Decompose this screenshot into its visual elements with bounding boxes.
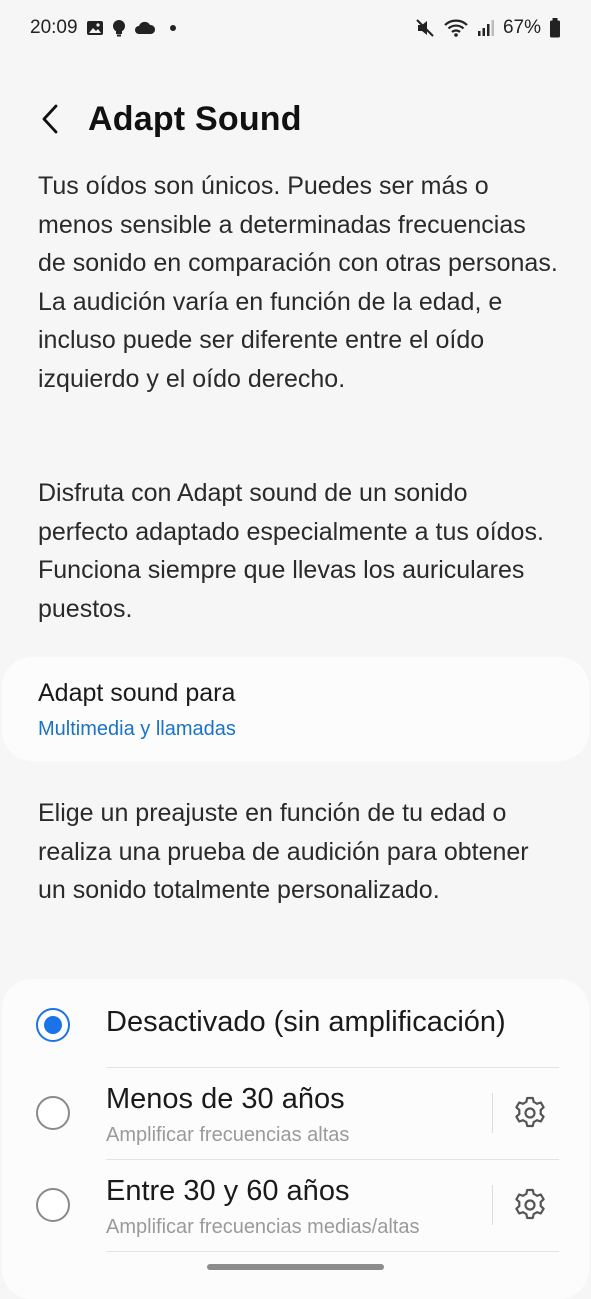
radio-unselected-icon[interactable] (36, 1096, 70, 1130)
battery-icon (549, 18, 561, 38)
option-under-30[interactable]: Menos de 30 años Amplificar frecuencias … (2, 1067, 589, 1159)
dot-icon (169, 25, 176, 31)
signal-icon (477, 19, 495, 37)
back-button[interactable] (20, 89, 80, 149)
option-title: Desactivado (sin amplificación) (106, 1006, 506, 1038)
intro-paragraph-1: Tus oídos son únicos. Puedes ser más o m… (38, 172, 558, 393)
option-title: Entre 30 y 60 años (106, 1175, 350, 1207)
option-off-text: Desactivado (sin amplificación) (106, 1006, 506, 1039)
adapt-sound-for-setting[interactable]: Adapt sound para Multimedia y llamadas (2, 657, 589, 761)
option-off[interactable]: Desactivado (sin amplificación) (2, 979, 589, 1071)
gear-icon[interactable] (510, 1093, 550, 1133)
status-bar: 20:09 67% (0, 0, 591, 56)
vertical-separator (492, 1093, 493, 1133)
divider (106, 1251, 559, 1252)
cloud-icon (134, 20, 156, 36)
intro-paragraph-2: Disfruta con Adapt sound de un sonido pe… (38, 479, 544, 623)
adapt-sound-for-title: Adapt sound para (38, 679, 236, 707)
status-right: 67% (415, 17, 561, 39)
option-30-to-60[interactable]: Entre 30 y 60 años Amplificar frecuencia… (2, 1159, 589, 1251)
option-subtitle: Amplificar frecuencias altas (106, 1124, 350, 1146)
battery-percent: 67% (502, 17, 541, 38)
option-title: Menos de 30 años (106, 1083, 345, 1115)
home-indicator[interactable] (207, 1264, 384, 1270)
adapt-sound-for-value: Multimedia y llamadas (38, 718, 236, 740)
gallery-icon (86, 19, 104, 37)
clock: 20:09 (30, 17, 78, 38)
vertical-separator (492, 1185, 493, 1225)
preset-options-list: Desactivado (sin amplificación) Menos de… (2, 979, 589, 1299)
wifi-icon (443, 18, 469, 38)
option-under-30-text: Menos de 30 años Amplificar frecuencias … (106, 1083, 349, 1147)
radio-selected-icon[interactable] (36, 1008, 70, 1042)
mute-icon (415, 18, 435, 38)
radio-unselected-icon[interactable] (36, 1188, 70, 1222)
back-arrow-icon (42, 104, 58, 134)
gear-icon[interactable] (510, 1185, 550, 1225)
bulb-icon (112, 19, 126, 37)
page-title: Adapt Sound (88, 99, 302, 138)
status-left: 20:09 (30, 17, 176, 39)
option-subtitle: Amplificar frecuencias medias/altas (106, 1216, 420, 1238)
option-30-to-60-text: Entre 30 y 60 años Amplificar frecuencia… (106, 1175, 419, 1239)
app-header: Adapt Sound (0, 86, 591, 152)
preset-hint-text: Elige un preajuste en función de tu edad… (38, 799, 529, 904)
